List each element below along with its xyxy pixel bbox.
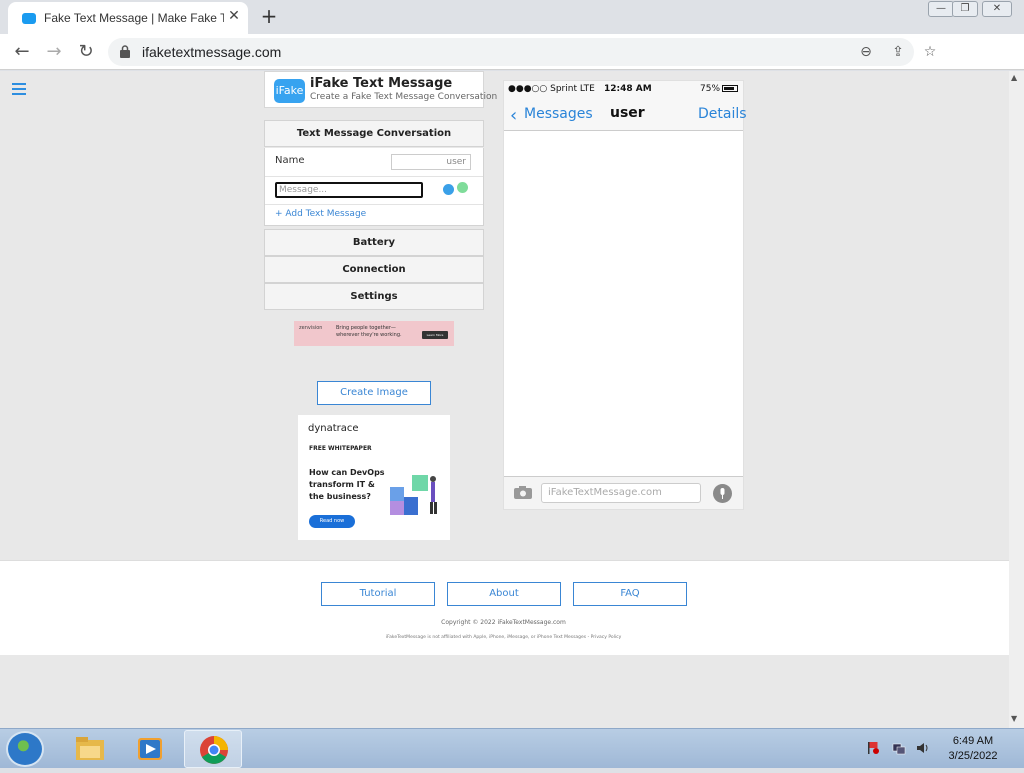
divider bbox=[265, 176, 483, 177]
copyright-text: Copyright © 2022 iFakeTextMessage.com bbox=[441, 619, 566, 626]
ad-brand: dynatrace bbox=[308, 423, 359, 434]
conversation-editor: Name user Message... + Add Text Message bbox=[264, 148, 484, 226]
add-text-message-link[interactable]: + Add Text Message bbox=[275, 209, 366, 219]
ad-brand: zenvision bbox=[299, 325, 323, 331]
microphone-icon[interactable] bbox=[713, 484, 732, 503]
url-text: ifaketextmessage.com bbox=[142, 44, 282, 60]
battery-fill bbox=[724, 87, 734, 90]
ad-banner[interactable]: zenvision Bring people together—wherever… bbox=[294, 321, 454, 346]
minimize-button[interactable]: — bbox=[928, 1, 954, 17]
reload-icon[interactable]: ↻ bbox=[74, 41, 98, 63]
create-image-button[interactable]: Create Image bbox=[317, 381, 431, 405]
chrome-icon bbox=[200, 736, 228, 764]
chrome-taskbar-button[interactable] bbox=[184, 730, 242, 768]
ad-tag: FREE WHITEPAPER bbox=[309, 445, 372, 452]
details-link[interactable]: Details bbox=[698, 106, 747, 122]
zoom-out-icon[interactable]: ⊖ bbox=[857, 44, 875, 62]
contact-name: user bbox=[610, 105, 645, 121]
divider bbox=[265, 204, 483, 205]
address-bar[interactable]: ifaketextmessage.com ⊖ ⇪ ☆ bbox=[108, 38, 936, 66]
settings-section-header[interactable]: Settings bbox=[264, 283, 484, 310]
tab-close-icon[interactable]: ✕ bbox=[226, 8, 242, 26]
ad-text: Bring people together—wherever they're w… bbox=[336, 325, 402, 338]
ad-cta-button[interactable]: Learn More bbox=[422, 331, 448, 339]
forward-arrow-icon[interactable]: → bbox=[42, 41, 66, 63]
action-center-flag-icon[interactable] bbox=[866, 741, 880, 755]
messages-back-link[interactable]: Messages bbox=[524, 106, 593, 122]
ad-read-now-button[interactable]: Read now bbox=[309, 515, 355, 528]
message-thread bbox=[504, 131, 743, 476]
disclaimer-text: iFakeTextMessage is not affiliated with … bbox=[385, 635, 622, 640]
sender-blue-bubble-icon[interactable] bbox=[443, 184, 454, 195]
browser-tab-strip: Fake Text Message | Make Fake Text ✕ + —… bbox=[0, 0, 1024, 34]
start-button[interactable] bbox=[6, 731, 44, 767]
close-window-button[interactable]: ✕ bbox=[982, 1, 1012, 17]
logo-badge: iFake bbox=[274, 79, 305, 103]
compose-bar: iFakeTextMessage.com bbox=[504, 476, 743, 509]
hamburger-menu-icon[interactable] bbox=[12, 83, 26, 95]
ios-status-bar: ●●●○○ Sprint LTE 12:48 AM 75% bbox=[504, 81, 743, 97]
camera-icon[interactable] bbox=[514, 486, 532, 499]
windows-taskbar: 6:49 AM 3/25/2022 bbox=[0, 728, 1024, 768]
battery-icon bbox=[722, 85, 738, 92]
compose-input[interactable]: iFakeTextMessage.com bbox=[541, 483, 701, 503]
page-viewport: iFake iFake Text Message Create a Fake T… bbox=[0, 71, 1024, 728]
network-icon[interactable] bbox=[892, 741, 906, 755]
chat-favicon-icon bbox=[22, 13, 36, 24]
battery-percent: 75% bbox=[700, 84, 721, 94]
tutorial-button[interactable]: Tutorial bbox=[321, 582, 435, 606]
dynatrace-ad[interactable]: dynatrace FREE WHITEPAPER How can DevOps… bbox=[298, 415, 450, 540]
site-title: iFake Text Message bbox=[310, 76, 453, 91]
carrier-signal: ●●●○○ Sprint LTE bbox=[508, 84, 595, 94]
site-logo-header[interactable]: iFake iFake Text Message Create a Fake T… bbox=[264, 71, 497, 108]
scroll-up-arrow-icon[interactable]: ▲ bbox=[1011, 73, 1017, 82]
page-footer: Tutorial About FAQ Copyright © 2022 iFak… bbox=[0, 560, 1024, 655]
lock-icon bbox=[120, 45, 130, 58]
file-explorer-icon[interactable] bbox=[68, 732, 112, 766]
puzzle-illustration-icon bbox=[390, 475, 437, 515]
browser-toolbar: ← → ↻ ifaketextmessage.com ⊖ ⇪ ☆ ⋮ bbox=[0, 34, 1024, 96]
system-clock[interactable]: 6:49 AM 3/25/2022 bbox=[944, 734, 1002, 764]
ad-cta-label: Learn More bbox=[426, 333, 444, 337]
phone-preview: ●●●○○ Sprint LTE 12:48 AM 75% ‹ Messages… bbox=[503, 80, 747, 510]
about-button[interactable]: About bbox=[447, 582, 561, 606]
ad-headline: How can DevOps transform IT & the busine… bbox=[309, 468, 385, 501]
clock-date: 3/25/2022 bbox=[948, 750, 998, 762]
message-input[interactable]: Message... bbox=[275, 182, 423, 198]
site-subtitle: Create a Fake Text Message Conversation bbox=[310, 92, 498, 102]
volume-icon[interactable] bbox=[916, 741, 930, 755]
bookmark-star-icon[interactable]: ☆ bbox=[921, 44, 939, 62]
share-icon[interactable]: ⇪ bbox=[889, 44, 907, 62]
conversation-section-header[interactable]: Text Message Conversation bbox=[264, 120, 484, 147]
battery-section-header[interactable]: Battery bbox=[264, 229, 484, 256]
restore-button[interactable]: ❐ bbox=[952, 1, 978, 17]
page-scrollbar[interactable] bbox=[1009, 71, 1024, 728]
connection-section-header[interactable]: Connection bbox=[264, 256, 484, 283]
name-label: Name bbox=[275, 155, 305, 166]
back-chevron-icon[interactable]: ‹ bbox=[510, 105, 517, 126]
browser-tab[interactable]: Fake Text Message | Make Fake Text ✕ bbox=[8, 2, 248, 34]
tab-title: Fake Text Message | Make Fake Text bbox=[44, 11, 224, 25]
scroll-down-arrow-icon[interactable]: ▼ bbox=[1011, 714, 1017, 723]
ios-nav-bar: ‹ Messages user Details bbox=[504, 97, 747, 131]
media-player-icon[interactable] bbox=[128, 732, 172, 766]
back-arrow-icon[interactable]: ← bbox=[10, 41, 34, 63]
new-tab-button[interactable]: + bbox=[258, 4, 280, 28]
sender-green-bubble-icon[interactable] bbox=[457, 182, 468, 193]
name-input[interactable]: user bbox=[391, 154, 471, 170]
clock-time: 6:49 AM bbox=[952, 735, 994, 747]
faq-button[interactable]: FAQ bbox=[573, 582, 687, 606]
status-clock: 12:48 AM bbox=[604, 84, 652, 94]
